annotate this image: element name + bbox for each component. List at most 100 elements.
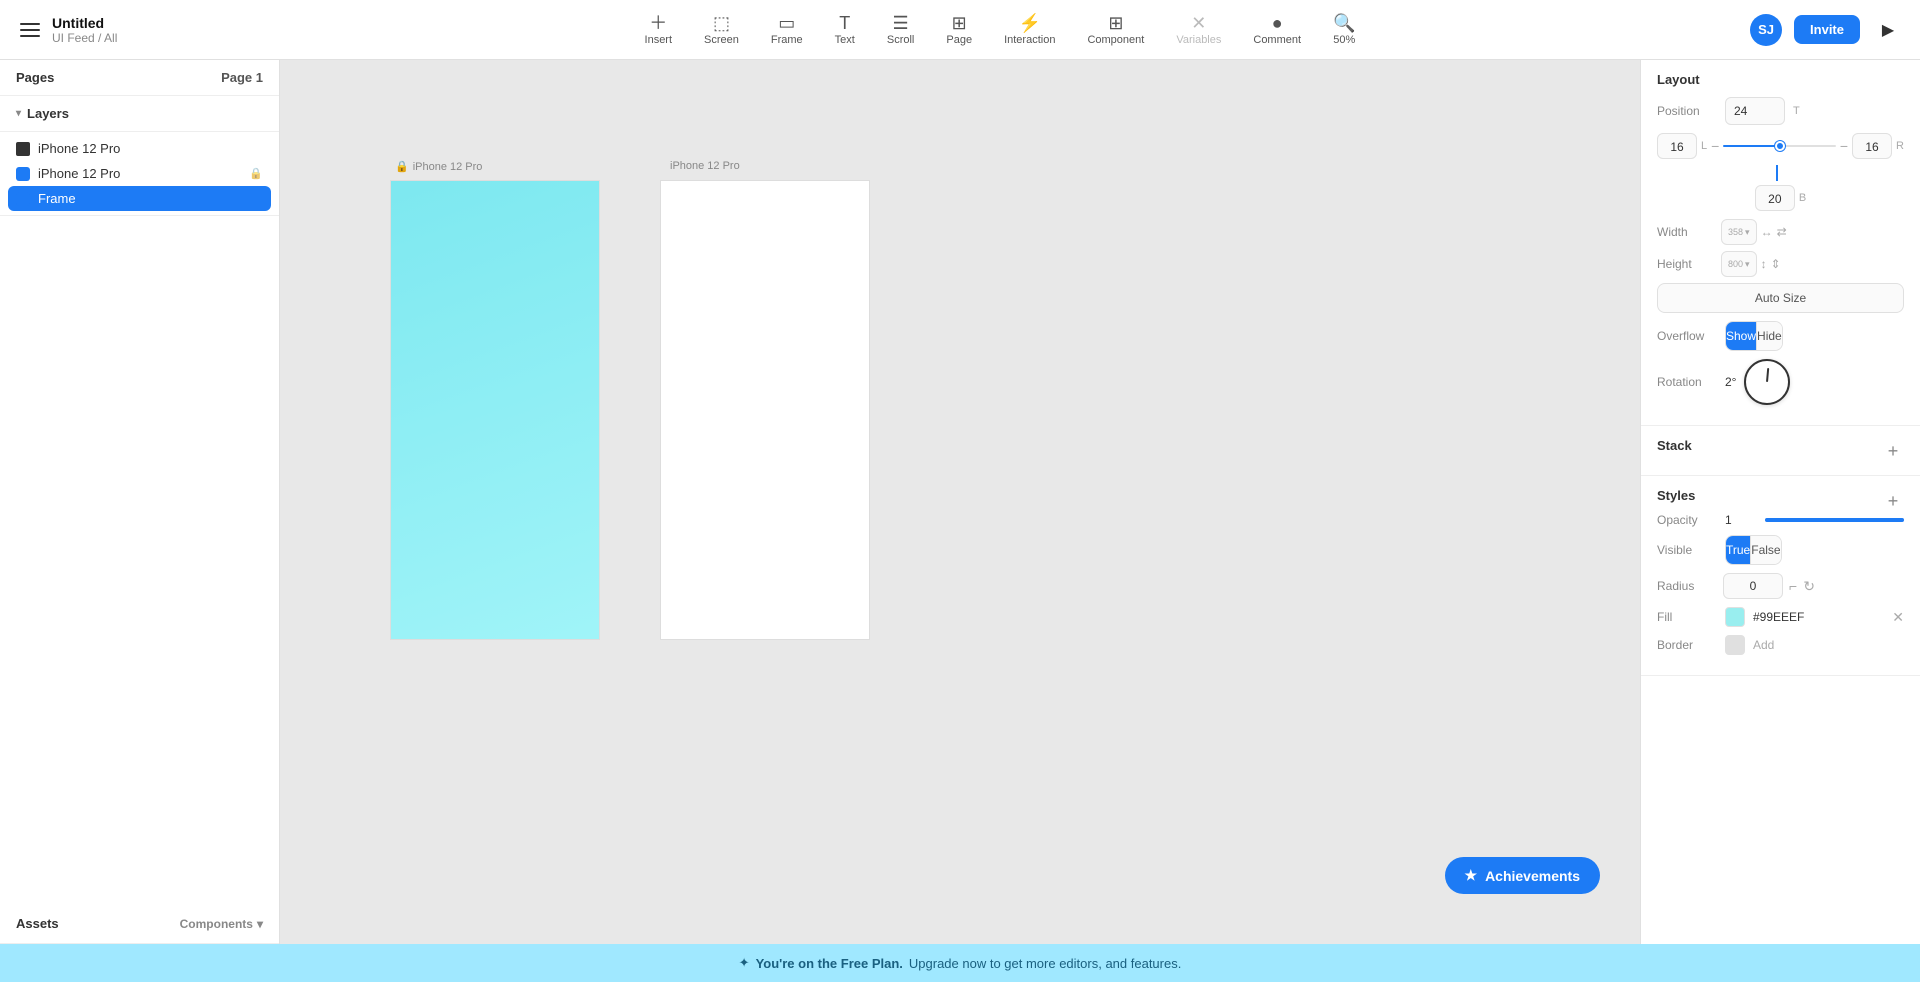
rotation-value: 2° [1725,375,1736,389]
rotation-row: Rotation 2° [1657,359,1904,405]
variables-tool[interactable]: ✕ Variables [1162,8,1235,52]
stack-add-button[interactable]: + [1882,440,1904,462]
overflow-label: Overflow [1657,329,1717,343]
layers-list: iPhone 12 Pro iPhone 12 Pro 🔒 Frame [0,132,279,215]
invite-button[interactable]: Invite [1794,15,1860,44]
right-panel: Layout Position T 16 L − − 16 R [1640,60,1920,944]
comment-tool[interactable]: ● Comment [1239,8,1315,52]
slider-thumb [1775,141,1785,151]
styles-add-button[interactable]: + [1882,490,1904,512]
layer-item[interactable]: iPhone 12 Pro 🔒 [0,161,279,186]
rotation-dial[interactable] [1744,359,1790,405]
margin-indicator [1776,165,1786,181]
radius-input[interactable] [1723,573,1783,599]
margin-slider[interactable] [1723,145,1836,147]
margin-left-val[interactable]: 16 [1657,133,1697,159]
border-swatch[interactable] [1725,635,1745,655]
styles-section: Styles + Opacity 1 Visible True False [1641,476,1920,676]
fill-label: Fill [1657,610,1717,624]
visible-label: Visible [1657,543,1717,557]
pages-section: Pages Page 1 [0,60,279,96]
margin-b-label: B [1799,192,1806,204]
overflow-show-btn[interactable]: Show [1726,322,1757,350]
screen-tool[interactable]: ⬚ Screen [690,8,753,52]
overflow-hide-btn[interactable]: Hide [1757,322,1782,350]
radius-row: Radius ⌐ ↻ [1657,573,1904,599]
insert-tool[interactable]: ＋ Insert [631,8,687,52]
menu-icon[interactable] [16,16,44,44]
text-tool[interactable]: T Text [821,8,869,52]
layer-item-selected[interactable]: Frame [8,186,271,211]
avatar: SJ [1750,14,1782,46]
minus-icon[interactable]: − [1711,138,1719,154]
fill-row: Fill #99EEEF ✕ [1657,607,1904,627]
position-input[interactable] [1725,97,1785,125]
screen-icon: ⬚ [713,14,730,32]
page-tool[interactable]: ⊞ Page [932,8,986,52]
pages-header[interactable]: Pages Page 1 [0,60,279,95]
assets-dropdown[interactable]: Components ▾ [180,917,263,931]
layers-label: Layers [27,106,69,121]
app-title: Untitled [52,15,117,31]
margin-right-val[interactable]: 16 [1852,133,1892,159]
app-info: Untitled UI Feed / All [52,15,117,45]
scroll-tool[interactable]: ☰ Scroll [873,8,929,52]
width-expand-icon[interactable]: ↔ [1761,225,1773,239]
layout-title: Layout [1657,72,1904,87]
height-auto-icon[interactable]: ⇕ [1771,257,1781,271]
component-tool[interactable]: ⊞ Component [1073,8,1158,52]
assets-header[interactable]: Assets Components ▾ [0,904,279,943]
stack-title: Stack [1657,438,1692,453]
layer-item[interactable]: iPhone 12 Pro [0,136,279,161]
position-t: T [1793,105,1800,117]
frame2-label: iPhone 12 Pro [670,160,740,172]
minus-icon2[interactable]: − [1840,138,1848,154]
overflow-row: Overflow Show Hide [1657,321,1904,351]
visible-true-btn[interactable]: True [1726,536,1751,564]
margin-section: 16 L − − 16 R 20 B [1657,133,1904,211]
star-icon: ✦ [739,955,750,971]
margin-l-label: L [1701,140,1707,152]
refresh-icon[interactable]: ↻ [1803,578,1815,595]
zoom-control[interactable]: 🔍 50% [1319,8,1369,52]
layer-name: Frame [38,191,76,206]
left-panel: Pages Page 1 ▾ Layers iPhone 12 Pro iPho… [0,60,280,944]
main: Pages Page 1 ▾ Layers iPhone 12 Pro iPho… [0,60,1920,944]
height-label: Height [1657,257,1717,271]
frame1[interactable] [390,180,600,640]
assets-section: Assets Components ▾ [0,904,279,944]
margin-bottom-val[interactable]: 20 [1755,185,1795,211]
width-value: 358 [1728,227,1743,237]
dropdown-chevron: ▾ [1745,259,1750,270]
width-fit-icon[interactable]: ⇄ [1777,225,1787,239]
component-icon: ⊞ [1108,14,1123,32]
frame2[interactable] [660,180,870,640]
width-dropdown[interactable]: 358 ▾ [1721,219,1757,245]
autosize-button[interactable]: Auto Size [1657,283,1904,313]
border-row: Border Add [1657,635,1904,655]
fill-remove-icon[interactable]: ✕ [1892,609,1904,626]
achievements-button[interactable]: ★ Achievements [1445,857,1601,894]
corner-radius-icon: ⌐ [1789,578,1797,594]
layers-header[interactable]: ▾ Layers [0,96,279,132]
visible-false-btn[interactable]: False [1751,536,1780,564]
play-button[interactable]: ▶ [1872,14,1904,46]
opacity-slider[interactable] [1765,518,1904,522]
height-dropdown[interactable]: 800 ▾ [1721,251,1757,277]
visible-row: Visible True False [1657,535,1904,565]
fill-swatch[interactable] [1725,607,1745,627]
dropdown-chevron: ▾ [1745,227,1750,238]
canvas[interactable]: 🔒 iPhone 12 Pro iPhone 12 Pro ★ Achievem… [280,60,1640,944]
topbar-right: SJ Invite ▶ [1704,14,1904,46]
height-fit-icon[interactable]: ↕ [1761,257,1767,271]
border-add: Add [1753,638,1904,652]
assets-filter: Components [180,917,253,931]
position-row: Position T [1657,97,1904,125]
layer-frame-icon [16,167,30,181]
width-row: Width 358 ▾ ↔ ⇄ [1657,219,1904,245]
topbar: Untitled UI Feed / All ＋ Insert ⬚ Screen… [0,0,1920,60]
styles-header: Styles + [1657,488,1904,513]
frame-tool[interactable]: ▭ Frame [757,8,817,52]
scroll-icon: ☰ [893,14,909,32]
interaction-tool[interactable]: ⚡ Interaction [990,8,1069,52]
